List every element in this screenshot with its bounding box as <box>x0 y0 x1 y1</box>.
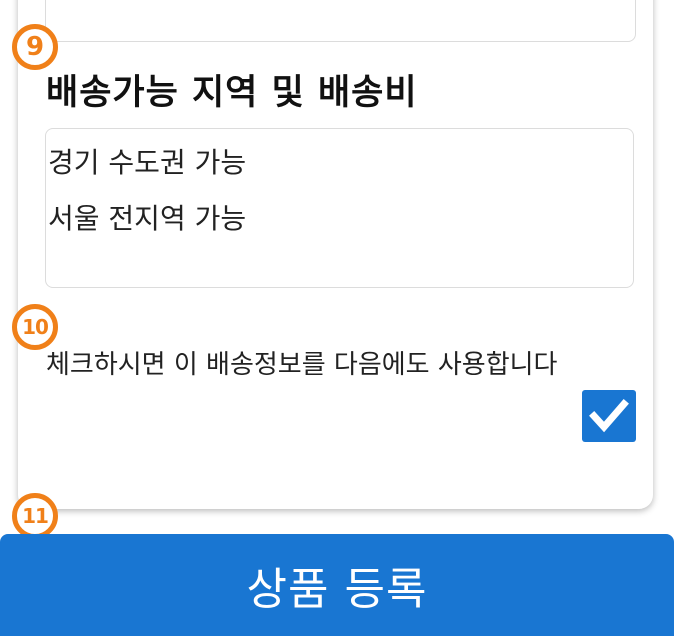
step-badge-11: 11 <box>12 493 58 539</box>
register-product-button[interactable]: 상품 등록 <box>0 534 674 636</box>
step-badge-11-number: 11 <box>22 504 49 528</box>
step-badge-9-number: 9 <box>25 32 45 62</box>
previous-input-field[interactable] <box>45 0 636 42</box>
checkmark-icon <box>589 399 629 433</box>
product-registration-page: 9 배송가능 지역 및 배송비 경기 수도권 가능 서울 전지역 가능 10 체… <box>0 0 674 636</box>
delivery-area-title: 배송가능 지역 및 배송비 <box>46 73 418 113</box>
delivery-area-textarea[interactable]: 경기 수도권 가능 서울 전지역 가능 <box>45 128 634 288</box>
step-badge-10-number: 10 <box>22 315 49 339</box>
delivery-area-line-1: 경기 수도권 가능 <box>48 146 247 179</box>
reuse-delivery-info-checkbox[interactable] <box>582 390 636 442</box>
delivery-area-line-2: 서울 전지역 가능 <box>48 202 247 235</box>
reuse-delivery-info-label: 체크하시면 이 배송정보를 다음에도 사용합니다 <box>46 350 558 380</box>
